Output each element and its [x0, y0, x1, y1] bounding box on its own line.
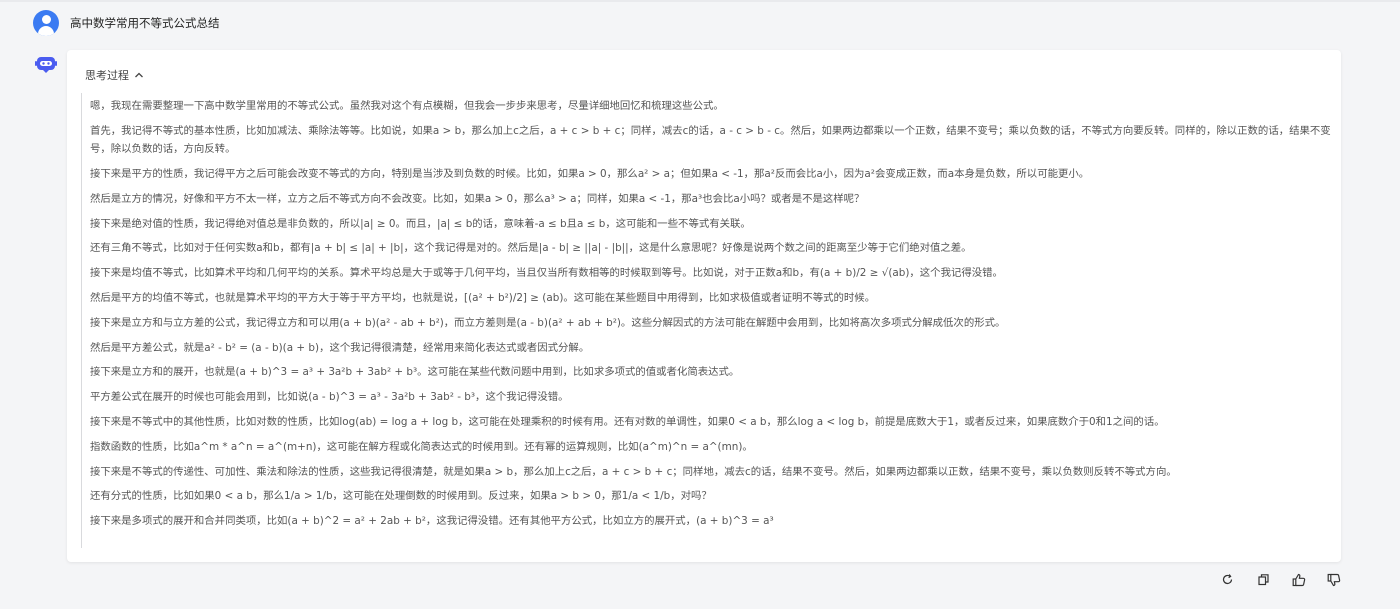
user-avatar-icon: [33, 10, 59, 36]
thumbs-down-icon[interactable]: [1326, 571, 1343, 588]
assistant-message-card: 思考过程 嗯，我现在需要整理一下高中数学里常用的不等式公式。虽然我对这个有点模糊…: [67, 50, 1341, 562]
thinking-paragraph: 然后是平方差公式，就是a² - b² = (a - b)(a + b)，这个我记…: [90, 341, 590, 354]
copy-icon[interactable]: [1255, 571, 1272, 588]
thinking-paragraph: 然后是平方的均值不等式，也就是算术平均的平方大于等于平方平均，也就是说，[(a²…: [90, 292, 876, 305]
thinking-paragraph: 还有三角不等式，比如对于任何实数a和b，都有|a + b| ≤ |a| + |b…: [90, 242, 972, 255]
message-actions: [1219, 571, 1343, 588]
thinking-paragraph: 接下来是不等式的传递性、可加性、乘法和除法的性质，这些我记得很清楚，就是如果a …: [90, 465, 1177, 478]
thinking-paragraph: 接下来是绝对值的性质，我记得绝对值总是非负数的，所以|a| ≥ 0。而且，|a|…: [90, 217, 751, 230]
user-question-text: 高中数学常用不等式公式总结: [70, 16, 220, 30]
thumbs-up-icon[interactable]: [1290, 571, 1307, 588]
user-message-row: 高中数学常用不等式公式总结: [33, 10, 220, 36]
thinking-paragraph: 然后是立方的情况，好像和平方不太一样，立方之后不等式方向不会改变。比如，如果a …: [90, 192, 865, 205]
thinking-paragraph: 平方差公式在展开的时候也可能会用到，比如说(a - b)^3 = a³ - 3a…: [90, 391, 569, 404]
thinking-paragraph: 接下来是立方和与立方差的公式，我记得立方和可以用(a + b)(a² - ab …: [90, 316, 1006, 329]
thinking-paragraph: 还有分式的性质，比如如果0 < a b，那么1/a > 1/b，这可能在处理倒数…: [90, 490, 712, 503]
thinking-paragraph: 接下来是不等式中的其他性质，比如对数的性质，比如log(ab) = log a …: [90, 416, 1165, 429]
bot-avatar-icon: [35, 53, 57, 75]
thinking-paragraph: 接下来是立方和的展开，也就是(a + b)^3 = a³ + 3a²b + 3a…: [90, 366, 740, 379]
thinking-label: 思考过程: [85, 69, 129, 82]
thinking-paragraph: 首先，我记得不等式的基本性质，比如加减法、乘除法等等。比如说，如果a > b，那…: [90, 124, 1331, 156]
thinking-toggle[interactable]: 思考过程: [85, 67, 144, 83]
chevron-up-icon: [135, 72, 143, 78]
thinking-content: 嗯，我现在需要整理一下高中数学里常用的不等式公式。虽然我对这个有点模糊，但我会一…: [81, 93, 1331, 548]
thinking-paragraph: 接下来是均值不等式，比如算术平均和几何平均的关系。算术平均总是大于或等于几何平均…: [90, 267, 1003, 280]
thinking-paragraph: 嗯，我现在需要整理一下高中数学里常用的不等式公式。虽然我对这个有点模糊，但我会一…: [90, 100, 724, 112]
thinking-paragraph: 指数函数的性质，比如a^m * a^n = a^(m+n)，这可能在解方程或化简…: [90, 440, 753, 453]
thinking-paragraph: 接下来是多项式的展开和合并同类项，比如(a + b)^2 = a² + 2ab …: [90, 515, 774, 528]
refresh-icon[interactable]: [1219, 571, 1236, 588]
thinking-paragraph: 接下来是平方的性质，我记得平方之后可能会改变不等式的方向，特别是当涉及到负数的时…: [90, 168, 1090, 181]
top-divider: [0, 0, 1400, 2]
